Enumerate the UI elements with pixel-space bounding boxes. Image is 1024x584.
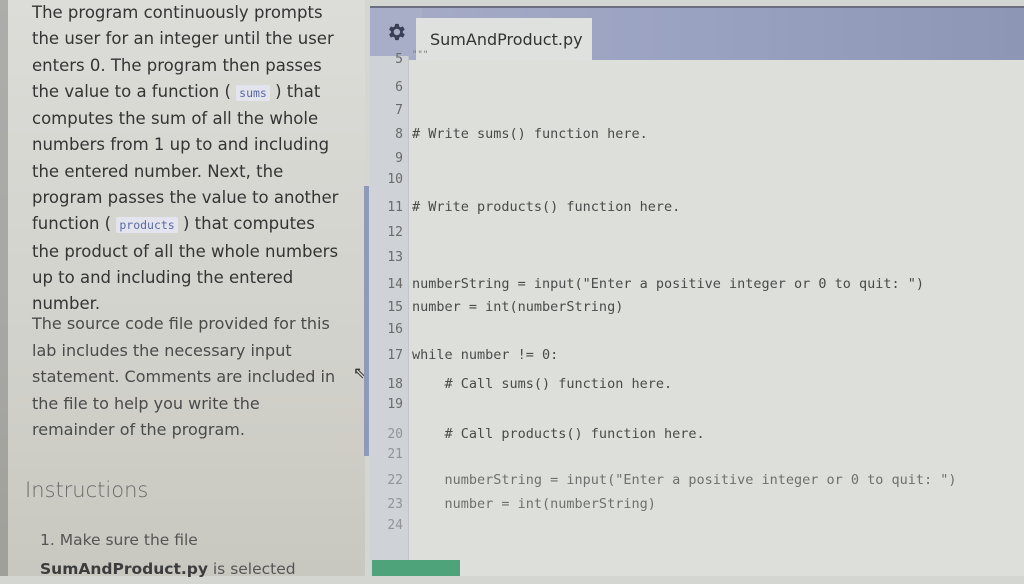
line-number: 5 — [395, 52, 403, 67]
inline-code-sums: sums — [236, 84, 270, 101]
line-number: 19 — [387, 397, 403, 412]
tab-bar: SumAndProduct.py — [370, 8, 1024, 60]
code-line[interactable]: """ — [412, 50, 428, 60]
line-number: 20 — [387, 427, 403, 442]
panel-edge — [0, 0, 8, 576]
step-text: is selected — [207, 560, 296, 578]
line-number: 18 — [387, 377, 403, 392]
instructions-panel: The program continuously prompts the use… — [0, 0, 365, 578]
line-number: 14 — [387, 277, 403, 292]
line-number: 21 — [387, 447, 403, 462]
line-number: 15 — [387, 300, 403, 315]
code-line[interactable]: number = int(numberString) — [412, 299, 623, 315]
code-line[interactable]: # Write sums() function here. — [412, 126, 648, 142]
line-number: 22 — [387, 473, 403, 488]
line-number: 9 — [395, 151, 403, 166]
line-number: 8 — [395, 127, 403, 142]
description-text: ) that computes the sum of all the whole… — [32, 81, 339, 234]
line-number: 10 — [387, 172, 403, 187]
gear-icon — [389, 23, 405, 41]
code-line[interactable]: numberString = input("Enter a positive i… — [412, 472, 957, 488]
line-number: 12 — [387, 225, 403, 240]
line-number: 7 — [395, 103, 403, 118]
instruction-step-1: 1. Make sure the file SumAndProduct.py i… — [40, 526, 340, 584]
code-line[interactable]: number = int(numberString) — [412, 496, 656, 512]
line-number: 13 — [387, 250, 403, 265]
code-editor[interactable]: SumAndProduct.py """ # Write sums() funct… — [364, 8, 1024, 576]
code-line[interactable]: # Call sums() function here. — [412, 376, 673, 392]
line-number: 17 — [387, 348, 403, 363]
tab-sumandproduct-py[interactable]: SumAndProduct.py — [416, 18, 592, 60]
step-filename: SumAndProduct.py — [40, 560, 208, 578]
settings-button[interactable] — [370, 8, 422, 56]
line-number: 24 — [387, 518, 403, 533]
description-paragraph: The program continuously prompts the use… — [32, 0, 342, 318]
code-line[interactable]: while number != 0: — [412, 347, 558, 363]
code-line[interactable]: # Call products() function here. — [412, 426, 705, 442]
step-text: 1. Make sure the file — [40, 531, 198, 549]
source-file-paragraph: The source code file provided for this l… — [32, 314, 336, 439]
inline-code-products: products — [116, 217, 178, 234]
instructions-heading: Instructions — [25, 478, 149, 502]
line-number: 16 — [387, 322, 403, 337]
line-number: 23 — [387, 497, 403, 512]
line-number: 11 — [387, 200, 403, 215]
code-line[interactable]: numberString = input("Enter a positive i… — [412, 276, 924, 292]
run-button[interactable] — [372, 560, 460, 576]
scrollbar[interactable] — [364, 186, 369, 456]
code-line[interactable]: # Write products() function here. — [412, 199, 680, 215]
line-number: 6 — [395, 80, 403, 95]
